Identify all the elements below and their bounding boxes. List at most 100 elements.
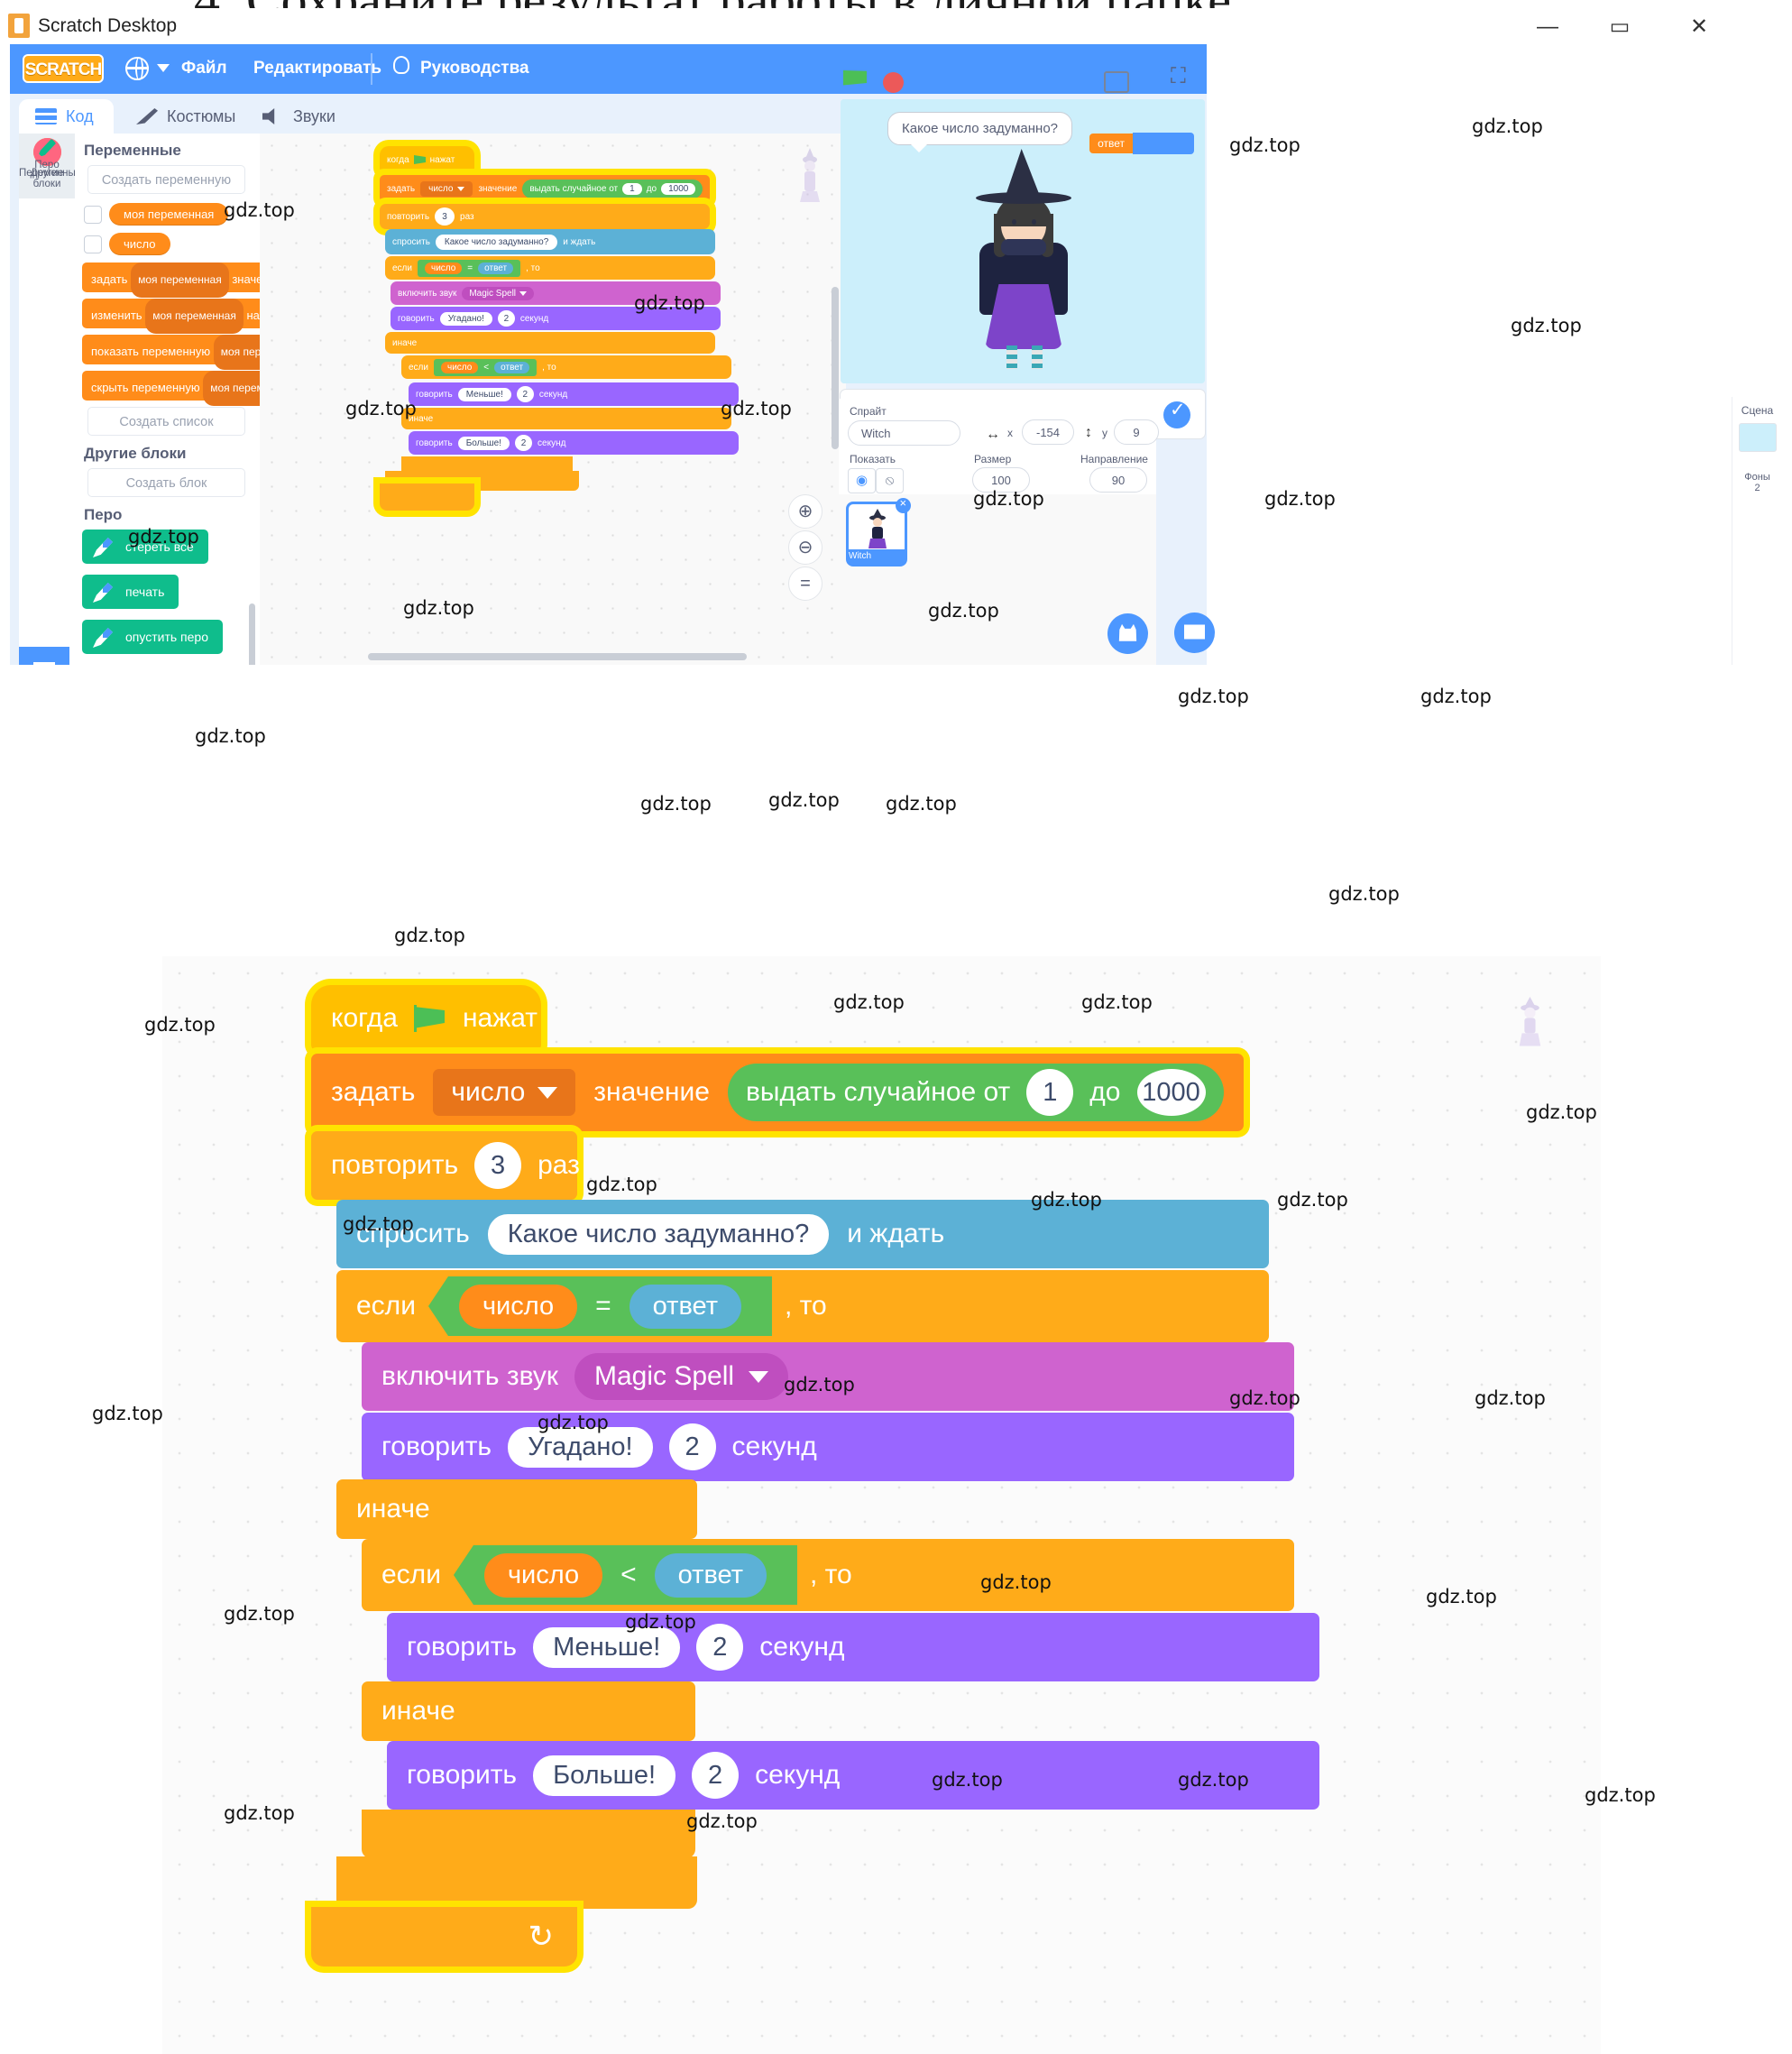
big-say-correct-block[interactable]: говорить Угадано! 2 секунд: [362, 1413, 1294, 1481]
create-variable-button[interactable]: Создать переменную: [87, 165, 245, 194]
submit-answer-button[interactable]: [1163, 399, 1190, 428]
stage-thumbnail[interactable]: [1738, 423, 1777, 452]
say-correct-text[interactable]: Угадано!: [508, 1426, 653, 1468]
variable-checkbox[interactable]: [84, 235, 102, 253]
block-palette[interactable]: Переменные Создать переменную моя переме…: [75, 134, 260, 665]
small-random-block[interactable]: выдать случайное от 1 до 1000: [522, 179, 703, 198]
create-list-button[interactable]: Создать список: [87, 407, 245, 436]
big-less-operator[interactable]: число < ответ: [453, 1545, 797, 1605]
big-if-equal-block[interactable]: если число = ответ , то: [336, 1270, 1269, 1342]
add-backdrop-button[interactable]: [1174, 613, 1215, 653]
code-workspace[interactable]: когда нажат задать число значение выдать…: [260, 134, 846, 665]
palette-dropdown[interactable]: моя переменная: [131, 263, 229, 298]
small-stage-button[interactable]: [1104, 71, 1129, 93]
small-if-equal-block[interactable]: если число = ответ , то: [385, 256, 716, 280]
random-from-input[interactable]: 1: [1026, 1069, 1074, 1116]
category-pen[interactable]: Перо: [19, 134, 75, 198]
big-when-flag-clicked-block[interactable]: когда нажат: [311, 985, 541, 1052]
enlarged-script[interactable]: когда нажат задать число значение выдать…: [311, 985, 1319, 1966]
big-play-sound-block[interactable]: включить звук Magic Spell: [362, 1342, 1294, 1411]
random-to-input[interactable]: 1000: [1136, 1069, 1206, 1116]
say-correct-seconds[interactable]: 2: [668, 1423, 716, 1470]
zoom-in-button[interactable]: ⊕: [788, 494, 822, 529]
tab-code[interactable]: Код: [19, 99, 114, 134]
big-say-less-block[interactable]: говорить Меньше! 2 секунд: [387, 1613, 1319, 1681]
witch-sprite[interactable]: [956, 149, 1091, 369]
ask-question-input[interactable]: Какое число задуманно?: [487, 1213, 830, 1255]
palette-dropdown[interactable]: моя переменная: [145, 299, 244, 334]
small-say-less-block[interactable]: говорить Меньше! 2 секунд: [409, 382, 740, 406]
palette-dropdown[interactable]: моя переменная: [213, 335, 260, 370]
big-random-block[interactable]: выдать случайное от 1 до 1000: [727, 1064, 1224, 1121]
palette-block-pen-down[interactable]: опустить перо: [82, 620, 223, 654]
small-if-less-block[interactable]: если число < ответ , то: [401, 355, 732, 379]
direction-input[interactable]: 90: [1089, 467, 1147, 493]
delete-sprite-button[interactable]: [896, 496, 911, 513]
size-input[interactable]: 100: [972, 467, 1030, 493]
variable-chip[interactable]: число: [109, 233, 170, 255]
small-say-more-block[interactable]: говорить Больше! 2 секунд: [409, 431, 740, 455]
repeat-times-input[interactable]: 3: [474, 1142, 522, 1189]
say-less-seconds[interactable]: 2: [696, 1624, 744, 1671]
chevron-down-icon[interactable]: [157, 64, 170, 72]
small-say-correct-block[interactable]: говорить Угадано! 2 секунд: [391, 307, 721, 330]
say-more-text[interactable]: Больше!: [533, 1755, 676, 1796]
small-sound-dropdown[interactable]: Magic Spell: [462, 286, 535, 300]
hide-sprite-button[interactable]: ⦸: [876, 468, 904, 493]
big-repeat-block[interactable]: повторить 3 раз: [311, 1131, 580, 1200]
scratch-logo[interactable]: SCRATCH: [23, 54, 104, 83]
maximize-button[interactable]: ▭: [1592, 12, 1648, 42]
say-less-text[interactable]: Меньше!: [533, 1626, 681, 1668]
palette-scrollbar[interactable]: [249, 603, 255, 665]
big-if-less-block[interactable]: если число < ответ , то: [362, 1539, 1294, 1611]
menu-item-edit[interactable]: Редактировать: [253, 59, 381, 78]
small-variable-dropdown[interactable]: число: [420, 180, 473, 197]
stop-button[interactable]: [883, 72, 904, 93]
sprite-card-witch[interactable]: Witch: [846, 496, 911, 566]
variable-row-my-variable[interactable]: моя переменная: [84, 203, 260, 226]
variable-checkbox[interactable]: [84, 205, 102, 224]
minimize-button[interactable]: —: [1520, 12, 1576, 42]
say-more-seconds[interactable]: 2: [692, 1752, 740, 1799]
palette-block-show-variable[interactable]: показать переменную моя переменная: [82, 335, 260, 370]
sprite-name-input[interactable]: Witch: [848, 420, 960, 446]
big-ask-block[interactable]: спросить Какое число задуманно? и ждать: [336, 1200, 1269, 1268]
zoom-out-button[interactable]: ⊖: [788, 530, 822, 565]
palette-dropdown[interactable]: моя переменная: [203, 371, 260, 406]
big-equals-operator[interactable]: число = ответ: [427, 1276, 772, 1336]
show-sprite-button[interactable]: ◉: [848, 468, 876, 493]
extension-add-button[interactable]: [19, 647, 69, 665]
big-set-variable-block[interactable]: задать число значение выдать случайное о…: [311, 1054, 1244, 1131]
variable-row-chislo[interactable]: число: [84, 233, 260, 255]
fullscreen-button[interactable]: [1171, 64, 1198, 93]
small-play-sound-block[interactable]: включить звук Magic Spell: [391, 281, 721, 305]
y-input[interactable]: 9: [1114, 419, 1159, 445]
stage-selector-panel[interactable]: Сцена Фоны 2: [1732, 397, 1782, 665]
big-say-more-block[interactable]: говорить Больше! 2 секунд: [387, 1741, 1319, 1810]
menu-item-file[interactable]: Файл: [181, 59, 227, 78]
menu-item-tutorials[interactable]: Руководства: [420, 59, 529, 78]
tab-costumes[interactable]: Костюмы: [120, 99, 242, 134]
small-repeat-block[interactable]: повторить 3 раз: [380, 204, 711, 229]
tab-sounds[interactable]: Звуки: [246, 99, 353, 134]
zoom-reset-button[interactable]: =: [788, 566, 822, 601]
variable-chip[interactable]: моя переменная: [109, 203, 229, 226]
palette-block-set-variable[interactable]: задать моя переменная значение 0: [82, 263, 260, 298]
create-block-button[interactable]: Создать блок: [87, 468, 245, 497]
palette-block-erase-all[interactable]: стереть все: [82, 530, 208, 564]
palette-block-change-variable[interactable]: изменить моя переменная на 1: [82, 299, 260, 334]
big-variable-dropdown[interactable]: число: [433, 1069, 576, 1116]
large-stage-button[interactable]: [1136, 71, 1162, 93]
x-input[interactable]: -154: [1022, 419, 1074, 445]
workspace-vertical-scrollbar[interactable]: [832, 287, 839, 449]
big-sound-dropdown[interactable]: Magic Spell: [574, 1353, 789, 1400]
small-ask-block[interactable]: спросить Какое число задуманно? и ждать: [385, 229, 716, 254]
workspace-horizontal-scrollbar[interactable]: [368, 653, 747, 660]
palette-block-hide-variable[interactable]: скрыть переменную моя переменная: [82, 371, 260, 406]
globe-icon[interactable]: [124, 56, 149, 80]
stage[interactable]: Какое число задуманно? ответ: [841, 99, 1205, 383]
green-flag-button[interactable]: [843, 70, 868, 94]
palette-block-stamp[interactable]: печать: [82, 575, 179, 609]
close-button[interactable]: ✕: [1671, 12, 1727, 42]
add-sprite-button[interactable]: [1107, 613, 1148, 654]
